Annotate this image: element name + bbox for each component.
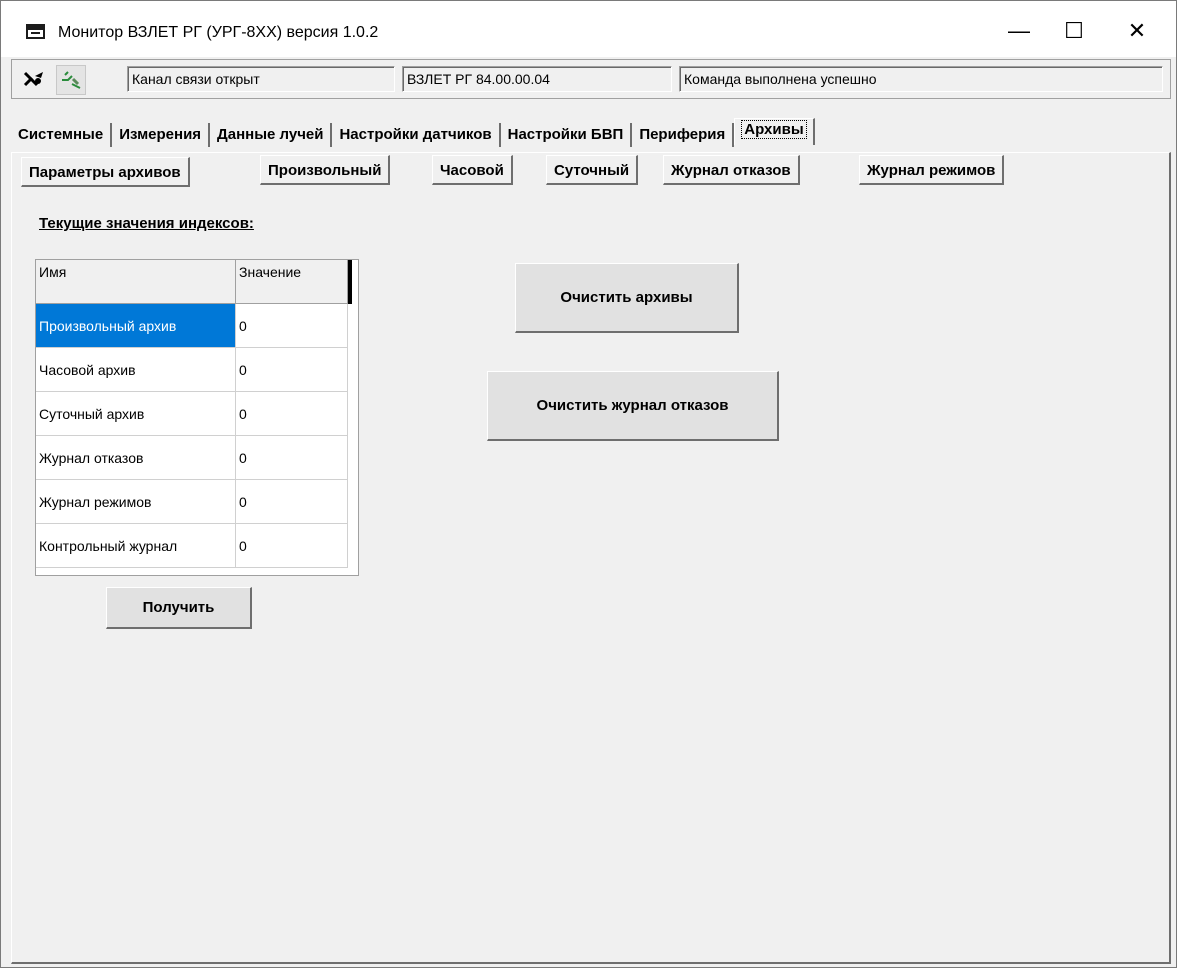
row-value-cell[interactable]: 0	[236, 436, 348, 480]
tab-measurements[interactable]: Измерения	[112, 123, 211, 147]
main-tab-bar: Системные Измерения Данные лучей Настрой…	[11, 118, 815, 147]
row-name-cell[interactable]: Журнал отказов	[36, 436, 236, 480]
tab-system[interactable]: Системные	[11, 123, 113, 147]
clear-archives-button[interactable]: Очистить архивы	[515, 263, 739, 333]
tab-archives[interactable]: Архивы	[734, 118, 815, 145]
get-button[interactable]: Получить	[106, 587, 252, 629]
row-value-cell[interactable]: 0	[236, 392, 348, 436]
column-resize-handle[interactable]	[348, 260, 352, 304]
row-name-cell[interactable]: Журнал режимов	[36, 480, 236, 524]
maximize-button[interactable]: ☐	[1051, 11, 1097, 51]
table-row[interactable]: Журнал отказов 0	[36, 436, 348, 480]
row-name-cell[interactable]: Произвольный архив	[36, 304, 236, 348]
column-header-name[interactable]: Имя	[36, 260, 236, 304]
grid-header: Имя Значение	[36, 260, 348, 304]
subtab-daily[interactable]: Суточный	[546, 155, 639, 185]
tab-peripherals[interactable]: Периферия	[632, 123, 735, 147]
connect-icon[interactable]	[56, 65, 86, 95]
tab-bvp-settings[interactable]: Настройки БВП	[501, 123, 633, 147]
subtab-mode-log[interactable]: Журнал режимов	[859, 155, 1005, 185]
column-header-value[interactable]: Значение	[236, 260, 348, 304]
subtab-arbitrary[interactable]: Произвольный	[260, 155, 391, 185]
channel-status-field: Канал связи открыт	[127, 66, 395, 92]
tab-archives-label: Архивы	[741, 120, 807, 139]
row-value-cell[interactable]: 0	[236, 348, 348, 392]
tab-beam-data[interactable]: Данные лучей	[210, 123, 333, 147]
table-row[interactable]: Журнал режимов 0	[36, 480, 348, 524]
row-name-cell[interactable]: Часовой архив	[36, 348, 236, 392]
app-window-icon	[26, 24, 45, 39]
toolbar: Канал связи открыт ВЗЛЕТ РГ 84.00.00.04 …	[11, 59, 1171, 99]
row-value-cell[interactable]: 0	[236, 304, 348, 348]
title-bar: Монитор ВЗЛЕТ РГ (УРГ-8XX) версия 1.0.2 …	[1, 1, 1176, 57]
row-name-cell[interactable]: Контрольный журнал	[36, 524, 236, 568]
clear-fault-log-button[interactable]: Очистить журнал отказов	[487, 371, 779, 441]
table-row[interactable]: Часовой архив 0	[36, 348, 348, 392]
row-name-cell[interactable]: Суточный архив	[36, 392, 236, 436]
indexes-title: Текущие значения индексов:	[39, 215, 254, 232]
command-status-field: Команда выполнена успешно	[679, 66, 1163, 92]
subtab-archive-params[interactable]: Параметры архивов	[21, 157, 190, 187]
app-window: Монитор ВЗЛЕТ РГ (УРГ-8XX) версия 1.0.2 …	[0, 0, 1177, 968]
window-title: Монитор ВЗЛЕТ РГ (УРГ-8XX) версия 1.0.2	[58, 24, 379, 41]
tab-sensor-settings[interactable]: Настройки датчиков	[332, 123, 501, 147]
table-row[interactable]: Контрольный журнал 0	[36, 524, 348, 568]
close-button[interactable]: ✕	[1114, 11, 1160, 51]
subtab-hourly[interactable]: Часовой	[432, 155, 513, 185]
table-row[interactable]: Произвольный архив 0	[36, 304, 348, 348]
subtab-fault-log[interactable]: Журнал отказов	[663, 155, 800, 185]
device-version-field: ВЗЛЕТ РГ 84.00.00.04	[402, 66, 672, 92]
row-value-cell[interactable]: 0	[236, 480, 348, 524]
table-row[interactable]: Суточный архив 0	[36, 392, 348, 436]
indexes-grid[interactable]: Имя Значение Произвольный архив 0 Часово…	[35, 259, 359, 576]
disconnect-icon[interactable]	[20, 65, 48, 93]
minimize-button[interactable]: —	[996, 11, 1042, 51]
row-value-cell[interactable]: 0	[236, 524, 348, 568]
